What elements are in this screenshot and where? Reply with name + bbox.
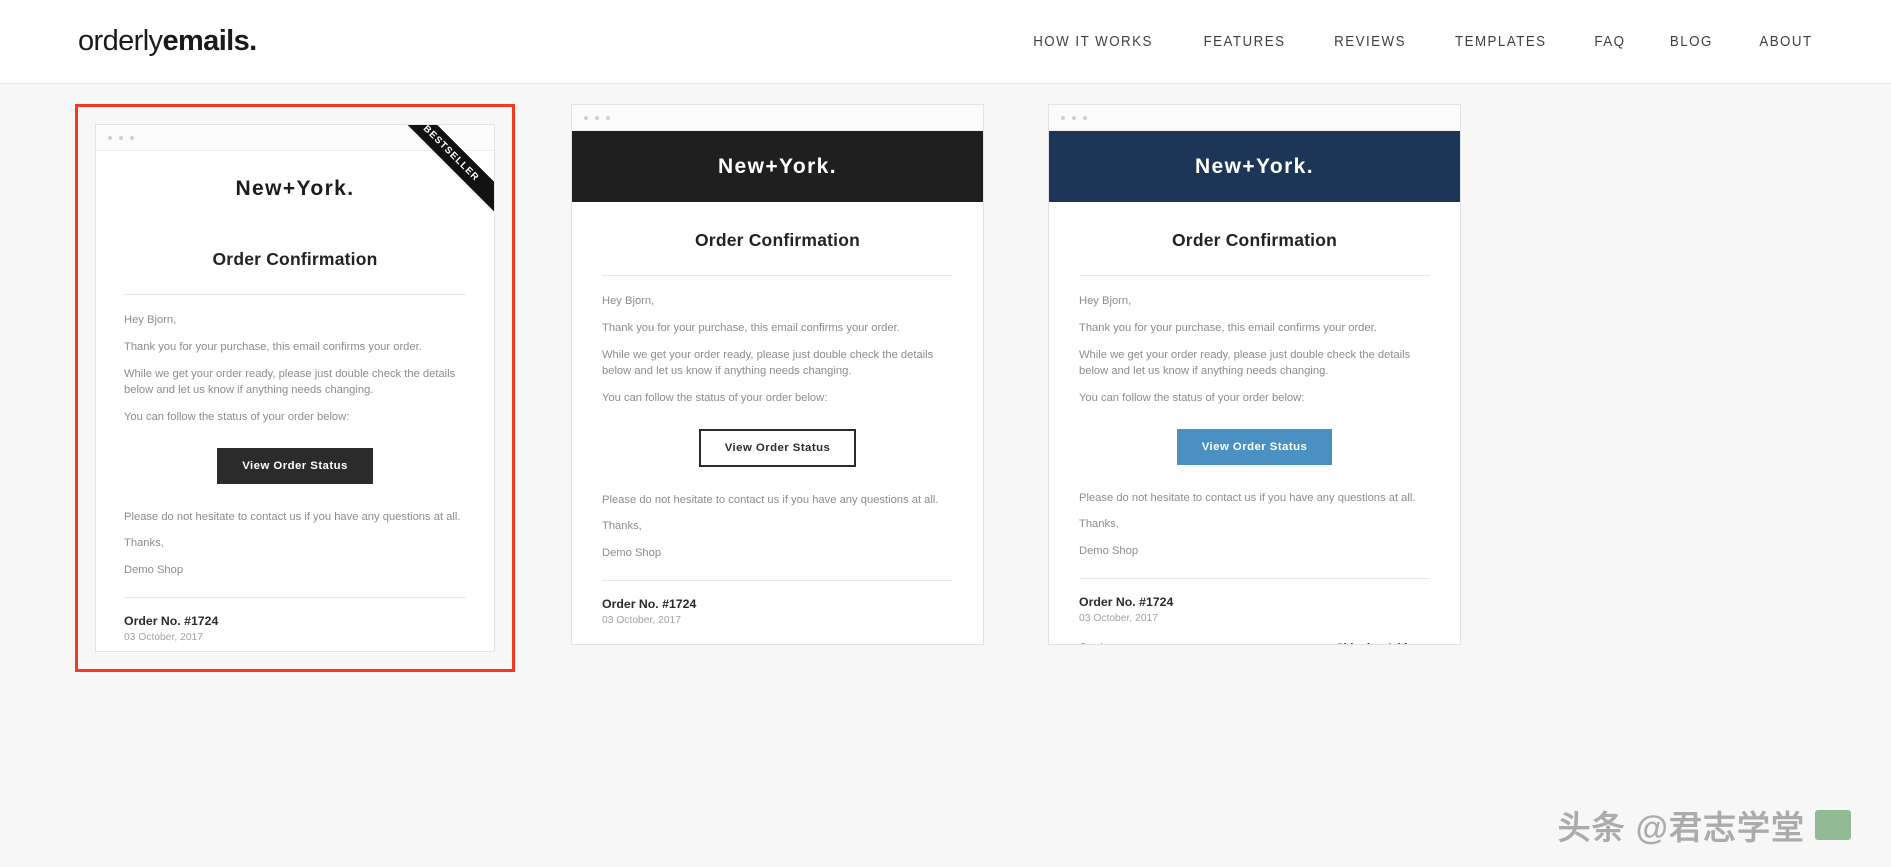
email-title: Order Confirmation	[1172, 230, 1337, 250]
window-dot-icon	[606, 115, 610, 120]
email-line-4: Please do not hesitate to contact us if …	[602, 493, 939, 506]
window-dot-icon	[584, 115, 588, 120]
email-brand-header-1: New+York.	[96, 151, 494, 221]
email-brand-name: New+York.	[1194, 155, 1314, 178]
logo-text-light: orderly	[78, 25, 163, 57]
watermark-text: 头条 @君志学堂	[1557, 809, 1805, 846]
view-order-status-button[interactable]: View Order Status	[217, 447, 373, 484]
email-body-2: New+York. Order Confirmation Hey Bjorn, …	[572, 131, 983, 644]
site-logo[interactable]: orderlyemails.	[78, 25, 257, 58]
email-preview-window-2[interactable]: New+York. Order Confirmation Hey Bjorn, …	[571, 104, 984, 645]
email-shop-name: Demo Shop	[124, 564, 184, 577]
window-dot-icon	[130, 135, 134, 140]
email-preview-window-3[interactable]: New+York. Order Confirmation Hey Bjorn, …	[1048, 104, 1461, 645]
email-line-2: While we get your order ready, please ju…	[1079, 348, 1411, 377]
nav-item-templates[interactable]: TEMPLATES	[1436, 34, 1566, 50]
email-title: Order Confirmation	[212, 249, 378, 269]
site-header: orderlyemails. HOW IT WORKS FEATURES REV…	[0, 0, 1891, 84]
nav-item-features[interactable]: FEATURES	[1184, 34, 1305, 50]
template-card-1[interactable]: BESTSELLER New+York. Order Confirmation …	[75, 104, 515, 672]
email-greeting: Hey Bjorn,	[124, 314, 177, 326]
view-order-status-button[interactable]: View Order Status	[1176, 428, 1333, 465]
cta-row-2: View Order Status	[602, 428, 953, 467]
customer-column: Customer Bjorn Forsberg Tranegårdsvej 74	[1079, 642, 1247, 644]
shipping-column: Shipping Address Bjorn Forsberg Tranegår…	[1262, 642, 1430, 644]
window-dot-icon	[1061, 115, 1065, 120]
email-brand-name: New+York.	[235, 177, 355, 200]
customer-heading: Customer	[1079, 642, 1247, 644]
email-line-1: Thank you for your purchase, this email …	[1079, 321, 1377, 334]
window-dot-icon	[595, 115, 599, 120]
window-titlebar-3	[1049, 105, 1460, 131]
nav-item-faq[interactable]: FAQ	[1575, 34, 1645, 50]
email-line-2: While we get your order ready, please ju…	[124, 367, 456, 396]
email-line-1: Thank you for your purchase, this email …	[602, 321, 900, 334]
email-line-2: While we get your order ready, please ju…	[602, 348, 934, 377]
email-content-1: Order Confirmation Hey Bjorn, Thank you …	[96, 249, 494, 651]
divider	[602, 275, 953, 276]
window-titlebar-2	[572, 105, 983, 131]
email-content-2: Order Confirmation Hey Bjorn, Thank you …	[572, 230, 983, 644]
email-thanks: Thanks,	[602, 520, 642, 533]
email-body-1: New+York. Order Confirmation Hey Bjorn, …	[96, 151, 494, 651]
email-greeting: Hey Bjorn,	[602, 295, 655, 307]
nav-item-reviews[interactable]: REVIEWS	[1315, 34, 1425, 50]
window-dot-icon	[1072, 115, 1076, 120]
address-grid-3: Customer Bjorn Forsberg Tranegårdsvej 74…	[1079, 642, 1430, 644]
email-line-4: Please do not hesitate to contact us if …	[1079, 491, 1416, 504]
email-line-3: You can follow the status of your order …	[602, 391, 828, 404]
main-navigation: HOW IT WORKS FEATURES REVIEWS TEMPLATES …	[1007, 34, 1836, 50]
template-gallery: BESTSELLER New+York. Order Confirmation …	[0, 84, 1891, 867]
view-order-status-button[interactable]: View Order Status	[698, 428, 857, 467]
email-shop-name: Demo Shop	[602, 547, 662, 560]
email-title: Order Confirmation	[695, 230, 860, 250]
email-brand-header-2: New+York.	[572, 131, 983, 202]
window-dot-icon	[1083, 115, 1087, 120]
email-content-3: Order Confirmation Hey Bjorn, Thank you …	[1049, 230, 1460, 644]
email-line-1: Thank you for your purchase, this email …	[124, 340, 422, 353]
order-date: 03 October, 2017	[602, 615, 682, 627]
window-dot-icon	[108, 135, 112, 140]
email-shop-name: Demo Shop	[1079, 545, 1139, 558]
cta-row-3: View Order Status	[1079, 428, 1430, 465]
divider	[124, 294, 466, 295]
email-line-3: You can follow the status of your order …	[1079, 391, 1305, 404]
email-brand-header-3: New+York.	[1049, 131, 1460, 202]
email-preview-window-1[interactable]: BESTSELLER New+York. Order Confirmation …	[95, 124, 495, 652]
email-brand-name: New+York.	[717, 155, 837, 178]
nav-item-about[interactable]: ABOUT	[1740, 34, 1832, 50]
watermark-badge-icon	[1815, 810, 1851, 840]
template-card-3[interactable]: New+York. Order Confirmation Hey Bjorn, …	[1048, 104, 1461, 645]
window-dot-icon	[119, 135, 123, 140]
email-line-4: Please do not hesitate to contact us if …	[124, 510, 461, 523]
divider	[1079, 275, 1430, 276]
email-thanks: Thanks,	[1079, 518, 1119, 531]
shipping-heading: Shipping Address	[1262, 642, 1430, 644]
nav-item-how-it-works[interactable]: HOW IT WORKS	[1014, 34, 1172, 50]
logo-text-bold: emails.	[162, 25, 257, 57]
order-number: Order No. #1724	[1079, 595, 1174, 610]
template-card-2[interactable]: New+York. Order Confirmation Hey Bjorn, …	[571, 104, 984, 645]
cta-row-1: View Order Status	[124, 447, 466, 484]
divider	[602, 580, 953, 582]
email-line-3: You can follow the status of your order …	[124, 410, 350, 423]
order-number: Order No. #1724	[124, 614, 219, 629]
order-date: 03 October, 2017	[124, 632, 204, 644]
email-thanks: Thanks,	[124, 537, 164, 550]
divider	[1079, 578, 1430, 580]
email-greeting: Hey Bjorn,	[1079, 295, 1132, 307]
nav-item-blog[interactable]: BLOG	[1651, 34, 1733, 50]
email-body-3: New+York. Order Confirmation Hey Bjorn, …	[1049, 131, 1460, 644]
order-number: Order No. #1724	[602, 597, 697, 612]
watermark: 头条 @君志学堂	[1558, 801, 1851, 849]
divider	[124, 597, 466, 599]
order-date: 03 October, 2017	[1079, 613, 1159, 625]
window-titlebar-1	[96, 125, 494, 151]
